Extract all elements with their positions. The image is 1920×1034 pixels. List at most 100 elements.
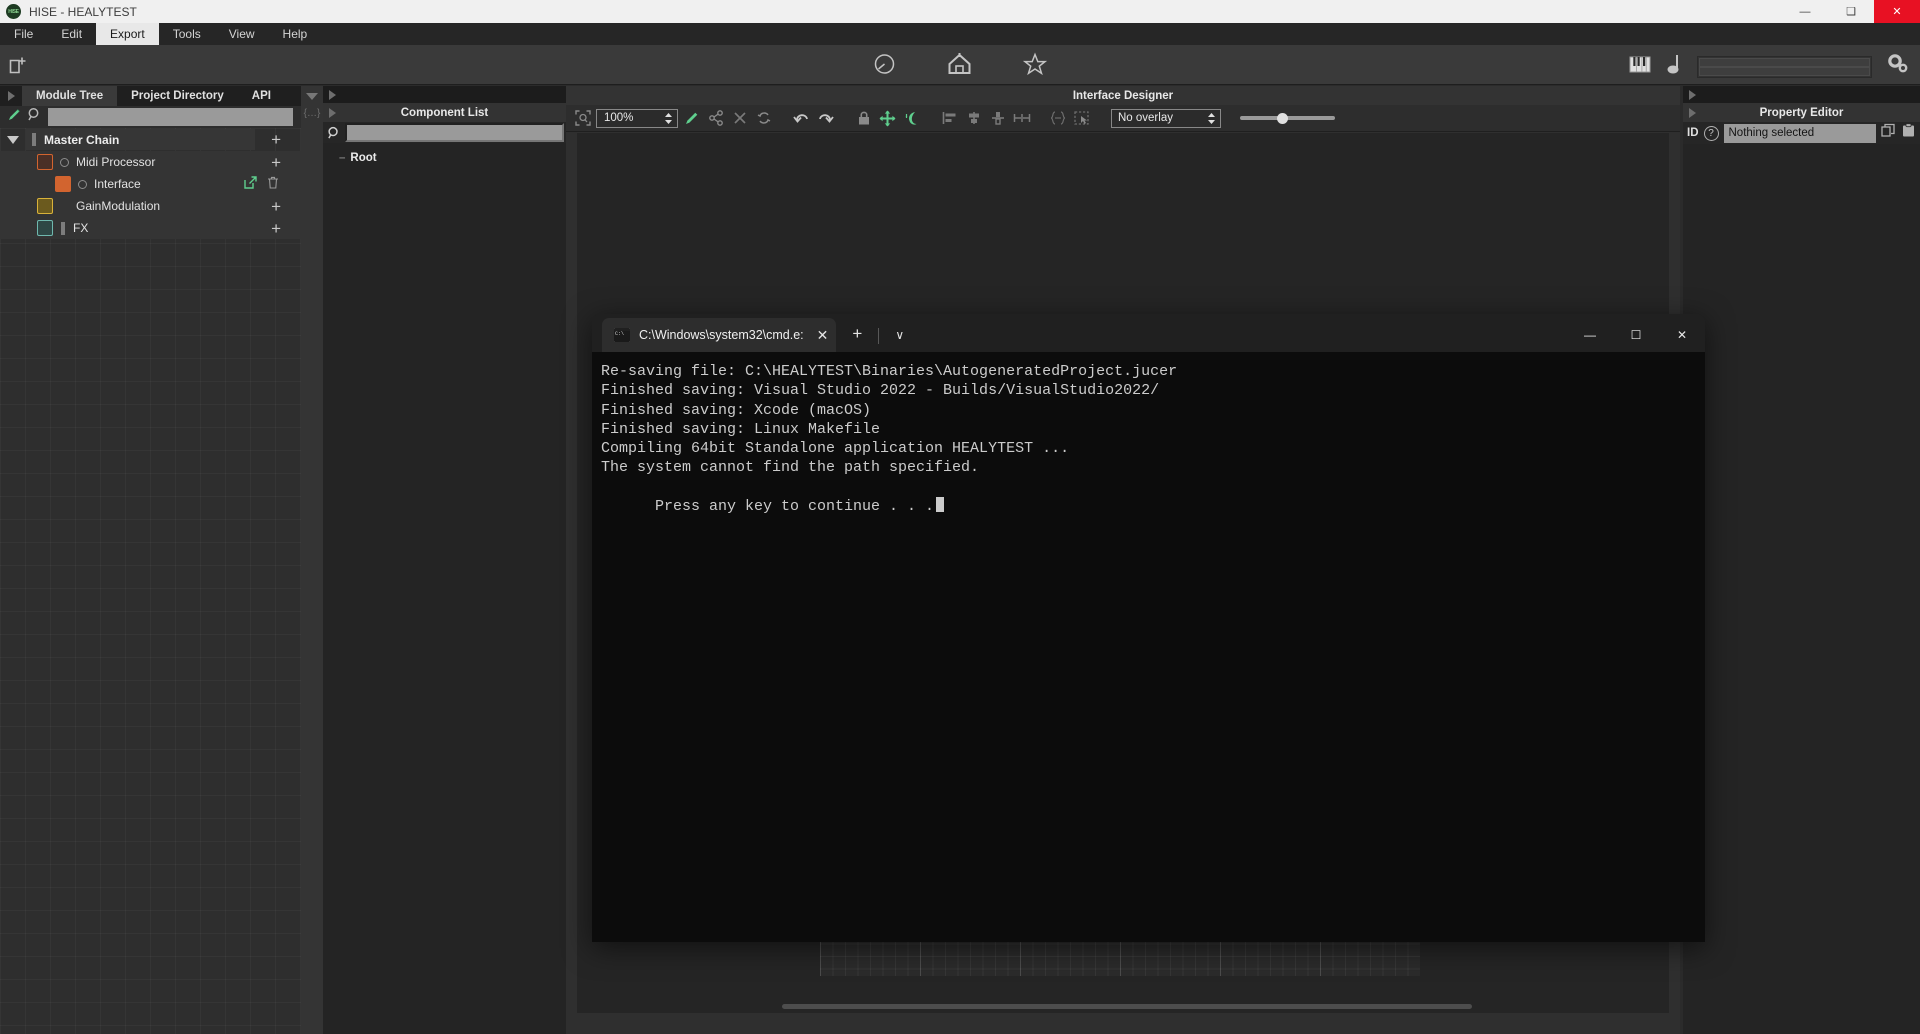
- terminal-maximize-button[interactable]: ☐: [1613, 318, 1659, 352]
- new-project-icon[interactable]: [9, 56, 29, 79]
- terminal-window-controls: — ☐ ✕: [1567, 318, 1705, 352]
- component-list-body: – Root: [323, 143, 566, 1034]
- tab-api[interactable]: API: [238, 86, 285, 106]
- opacity-slider[interactable]: [1240, 109, 1335, 128]
- slider-knob[interactable]: [1277, 112, 1288, 124]
- help-icon[interactable]: ?: [1703, 125, 1719, 141]
- align-vertical-icon[interactable]: [987, 108, 1008, 129]
- tree-label-midi-processor: Midi Processor: [76, 155, 156, 169]
- copy-icon[interactable]: [1881, 123, 1896, 143]
- tree-row-interface[interactable]: Interface: [0, 173, 301, 195]
- drag-grip-icon[interactable]: [32, 133, 36, 146]
- menu-tools[interactable]: Tools: [159, 23, 215, 45]
- open-in-window-icon[interactable]: [244, 176, 257, 192]
- terminal-tab-close-icon[interactable]: ✕: [817, 327, 829, 344]
- cpu-bar-cpu: [1699, 66, 1870, 76]
- gear-icon[interactable]: [1886, 53, 1910, 80]
- panel-arrow-icon[interactable]: [329, 107, 336, 118]
- zoom-level-select[interactable]: 100%: [596, 108, 678, 128]
- edit-pencil-icon[interactable]: [7, 107, 22, 127]
- delete-icon[interactable]: [729, 108, 750, 129]
- tree-label-fx: FX: [73, 221, 89, 235]
- share-icon[interactable]: [705, 108, 726, 129]
- lock-icon[interactable]: [853, 108, 874, 129]
- fit-to-screen-icon[interactable]: [572, 108, 593, 129]
- move-icon[interactable]: [877, 108, 898, 129]
- add-module-button-gain[interactable]: +: [271, 198, 281, 215]
- night-mode-icon[interactable]: [901, 108, 922, 129]
- component-list-header-strip: [323, 86, 566, 103]
- star-icon[interactable]: [1022, 52, 1048, 81]
- tree-row-gainmodulation[interactable]: GainModulation +: [0, 195, 301, 217]
- property-editor-body: [1683, 144, 1920, 1034]
- tab-module-tree[interactable]: Module Tree: [22, 86, 118, 106]
- edit-pencil-icon[interactable]: [681, 108, 702, 129]
- redo-icon[interactable]: [815, 108, 836, 129]
- tab-project-directory[interactable]: Project Directory: [117, 86, 238, 106]
- align-center-icon[interactable]: [963, 108, 984, 129]
- terminal-minimize-button[interactable]: —: [1567, 318, 1613, 352]
- list-item-root[interactable]: – Root: [323, 152, 566, 164]
- undo-icon[interactable]: [791, 108, 812, 129]
- bypass-radio-icon[interactable]: [60, 157, 69, 167]
- expand-triangle-icon[interactable]: [0, 135, 26, 144]
- refresh-icon[interactable]: [753, 108, 774, 129]
- module-color-swatch: [37, 154, 53, 170]
- align-left-icon[interactable]: [939, 108, 960, 129]
- tree-row-master-chain[interactable]: Master Chain +: [0, 128, 301, 151]
- tree-row-midi-processor[interactable]: Midi Processor +: [0, 151, 301, 173]
- terminal-dropdown-button[interactable]: ∨: [895, 328, 904, 342]
- json-braces-icon[interactable]: {…}: [301, 108, 323, 119]
- terminal-cursor: [936, 497, 945, 513]
- toolbar-center-icons: [873, 52, 1048, 81]
- panel-arrow-icon[interactable]: [329, 89, 336, 100]
- module-search-input[interactable]: [48, 108, 293, 126]
- add-module-button-master[interactable]: +: [271, 131, 281, 148]
- menu-export[interactable]: Export: [96, 23, 159, 45]
- search-icon[interactable]: [323, 126, 345, 140]
- main-toolbar: [0, 45, 1920, 85]
- menu-view[interactable]: View: [215, 23, 269, 45]
- terminal-titlebar: C:\ C:\Windows\system32\cmd.e: ✕ + ∨ — ☐…: [592, 314, 1705, 352]
- module-color-swatch: [55, 176, 71, 192]
- terminal-close-button[interactable]: ✕: [1659, 318, 1705, 352]
- distribute-icon[interactable]: [1011, 108, 1032, 129]
- bypass-radio-icon[interactable]: [78, 179, 87, 189]
- select-area-icon[interactable]: [1071, 108, 1092, 129]
- terminal-window[interactable]: C:\ C:\Windows\system32\cmd.e: ✕ + ∨ — ☐…: [592, 314, 1705, 942]
- knob-icon[interactable]: [873, 52, 897, 81]
- menu-help[interactable]: Help: [269, 23, 322, 45]
- home-icon[interactable]: [947, 52, 973, 81]
- minimize-button[interactable]: —: [1782, 0, 1828, 23]
- component-list-title: Component List: [400, 106, 489, 119]
- json-icon[interactable]: [1047, 108, 1068, 129]
- terminal-new-tab-button[interactable]: +: [852, 324, 862, 344]
- component-search-input[interactable]: [345, 123, 564, 142]
- panel-expand-arrow-icon[interactable]: [0, 86, 22, 106]
- add-module-button-fx[interactable]: +: [271, 220, 281, 237]
- panel-splitter[interactable]: {…}: [301, 86, 323, 1034]
- delete-icon[interactable]: [267, 176, 279, 192]
- panel-arrow-icon[interactable]: [1689, 89, 1696, 100]
- maximize-button[interactable]: ❑: [1828, 0, 1874, 23]
- drag-grip-icon[interactable]: [61, 221, 65, 235]
- terminal-tab[interactable]: C:\ C:\Windows\system32\cmd.e: ✕: [602, 318, 837, 352]
- overlay-select[interactable]: No overlay: [1111, 108, 1221, 128]
- terminal-output[interactable]: Re-saving file: C:\HEALYTEST\Binaries\Au…: [592, 352, 1705, 942]
- menu-edit[interactable]: Edit: [47, 23, 96, 45]
- paste-icon[interactable]: [1901, 123, 1916, 143]
- panel-arrow-icon[interactable]: [1689, 107, 1696, 118]
- left-panel-tabs: Module Tree Project Directory API: [0, 86, 301, 106]
- tree-row-fx[interactable]: FX +: [0, 217, 301, 239]
- collapse-triangle-icon[interactable]: [301, 86, 323, 100]
- keyboard-icon[interactable]: [1629, 55, 1651, 79]
- search-icon[interactable]: [27, 107, 42, 127]
- add-module-button-midi[interactable]: +: [271, 154, 281, 171]
- menu-file[interactable]: File: [0, 23, 47, 45]
- close-button[interactable]: ✕: [1874, 0, 1920, 23]
- canvas-horizontal-scrollbar[interactable]: [782, 1004, 1472, 1009]
- module-search-row: [0, 106, 301, 128]
- selected-component-field[interactable]: Nothing selected: [1723, 123, 1876, 143]
- tree-label-master-chain: Master Chain: [44, 132, 120, 147]
- metronome-icon[interactable]: [1665, 53, 1683, 80]
